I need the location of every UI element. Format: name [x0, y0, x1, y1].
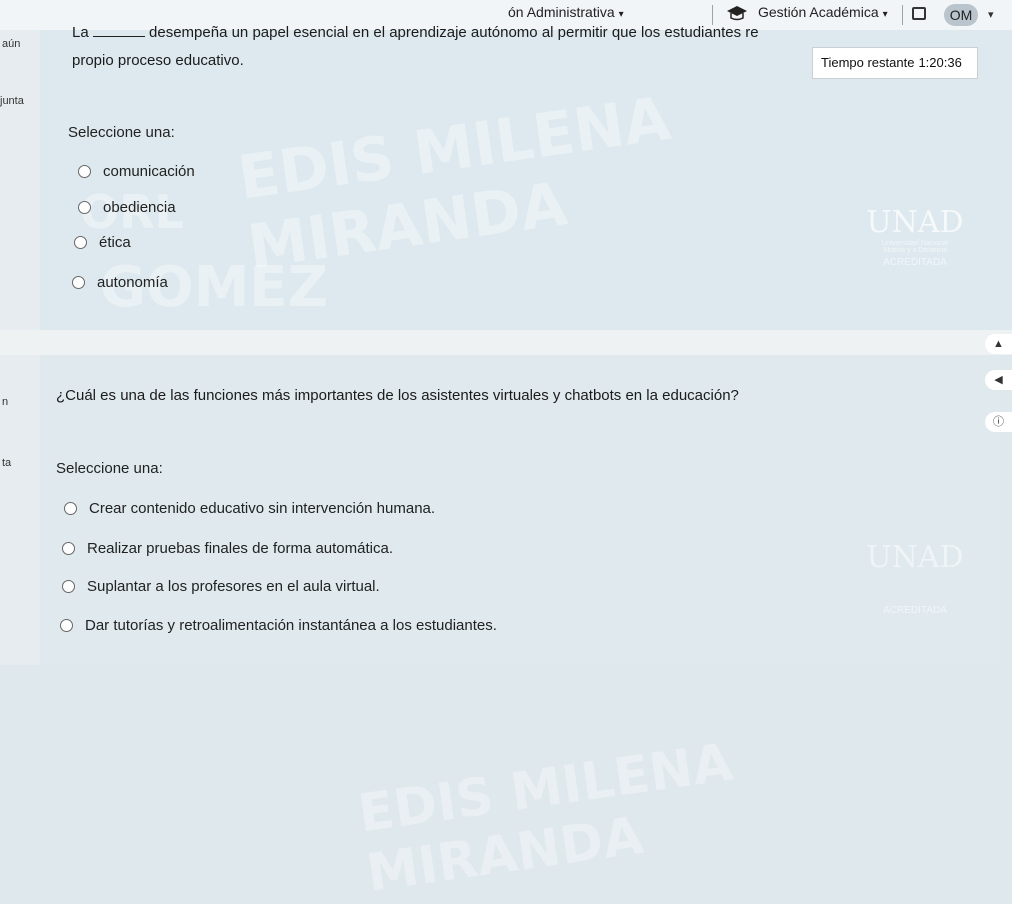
question-1-line2: propio proceso educativo. [72, 52, 244, 69]
menu-gestion-academica[interactable]: Gestión Académica ▾ [758, 4, 888, 20]
question-2-text: ¿Cuál es una de las funciones más import… [56, 387, 739, 404]
unad-logo: UNAD ACREDITADA [850, 540, 980, 616]
answer-option-label[interactable]: Crear contenido educativo sin intervenci… [89, 500, 435, 517]
select-one-label: Seleccione una: [56, 460, 163, 477]
unad-logo-accreditation: ACREDITADA [883, 605, 947, 616]
answer-option-label[interactable]: comunicación [103, 163, 195, 180]
menu-administrativa[interactable]: ón Administrativa ▾ [508, 4, 624, 20]
radio-button[interactable] [78, 165, 91, 178]
answer-option[interactable]: Crear contenido educativo sin intervenci… [64, 500, 435, 517]
question-1-prefix: La [72, 24, 89, 41]
question-1-body: desempeña un papel esencial en el aprend… [149, 24, 759, 41]
menu-gestion-label: Gestión Académica [758, 4, 879, 20]
graduation-cap-icon [727, 6, 747, 21]
radio-button[interactable] [62, 542, 75, 555]
answer-option[interactable]: ética [74, 234, 131, 251]
question-2-card: EDIS MILENA MIRANDA ¿Cuál es una de las … [40, 355, 1000, 904]
radio-button[interactable] [78, 201, 91, 214]
answer-option[interactable]: obediencia [78, 199, 176, 216]
answer-option-label[interactable]: Dar tutorías y retroalimentación instant… [85, 617, 497, 634]
watermark-text: EDIS MILENA MIRANDA [354, 732, 737, 904]
chevron-down-icon[interactable]: ▾ [988, 8, 994, 21]
left-strip-text: n [2, 396, 9, 408]
answer-option-label[interactable]: obediencia [103, 199, 176, 216]
unad-logo-subtitle: Universidad Nacional [881, 240, 949, 247]
question-separator [0, 330, 1012, 355]
unad-logo-subtitle: Abierta y a Distancia [882, 247, 948, 254]
answer-option[interactable]: comunicación [78, 163, 195, 180]
radio-button[interactable] [74, 236, 87, 249]
left-strip-text: aún [2, 38, 21, 50]
time-remaining-label: Tiempo restante [821, 55, 915, 70]
menu-administrativa-label: ón Administrativa [508, 4, 615, 20]
chevron-down-icon: ▾ [618, 9, 624, 20]
answer-option-label[interactable]: ética [99, 234, 131, 251]
answer-option[interactable]: Suplantar a los profesores en el aula vi… [62, 578, 380, 595]
radio-button[interactable] [64, 502, 77, 515]
user-avatar[interactable]: OM [944, 4, 978, 26]
radio-button[interactable] [60, 619, 73, 632]
answer-option-label[interactable]: autonomía [97, 274, 168, 291]
divider [902, 5, 903, 25]
answer-option-label[interactable]: Suplantar a los profesores en el aula vi… [87, 578, 380, 595]
answer-option[interactable]: Dar tutorías y retroalimentación instant… [60, 617, 497, 634]
answer-option-label[interactable]: Realizar pruebas finales de forma automá… [87, 540, 393, 557]
unad-logo-accreditation: ACREDITADA [883, 257, 947, 268]
time-remaining-value: 1:20:36 [918, 55, 962, 70]
chevron-left-icon[interactable]: ◀ [985, 370, 1012, 390]
unad-logo-text: UNAD [866, 205, 964, 240]
blank-line [92, 22, 145, 37]
answer-option[interactable]: autonomía [72, 274, 168, 291]
radio-button[interactable] [72, 276, 85, 289]
unad-logo: UNAD Universidad Nacional Abierta y a Di… [850, 205, 980, 268]
answer-option[interactable]: Realizar pruebas finales de forma automá… [62, 540, 393, 557]
messages-icon[interactable] [912, 7, 926, 20]
left-strip-text: junta [0, 95, 24, 107]
left-strip-text: ta [2, 457, 12, 469]
info-icon[interactable]: ⓘ [985, 412, 1012, 432]
select-one-label: Seleccione una: [68, 124, 175, 141]
time-remaining-box: Tiempo restante 1:20:36 [812, 47, 978, 79]
chevron-down-icon: ▾ [882, 9, 888, 20]
question-1-text: La desempeña un papel esencial en el apr… [72, 22, 759, 44]
unad-logo-text: UNAD [866, 540, 964, 575]
collapse-drawer-button[interactable]: ▲ [985, 334, 1012, 354]
radio-button[interactable] [62, 580, 75, 593]
